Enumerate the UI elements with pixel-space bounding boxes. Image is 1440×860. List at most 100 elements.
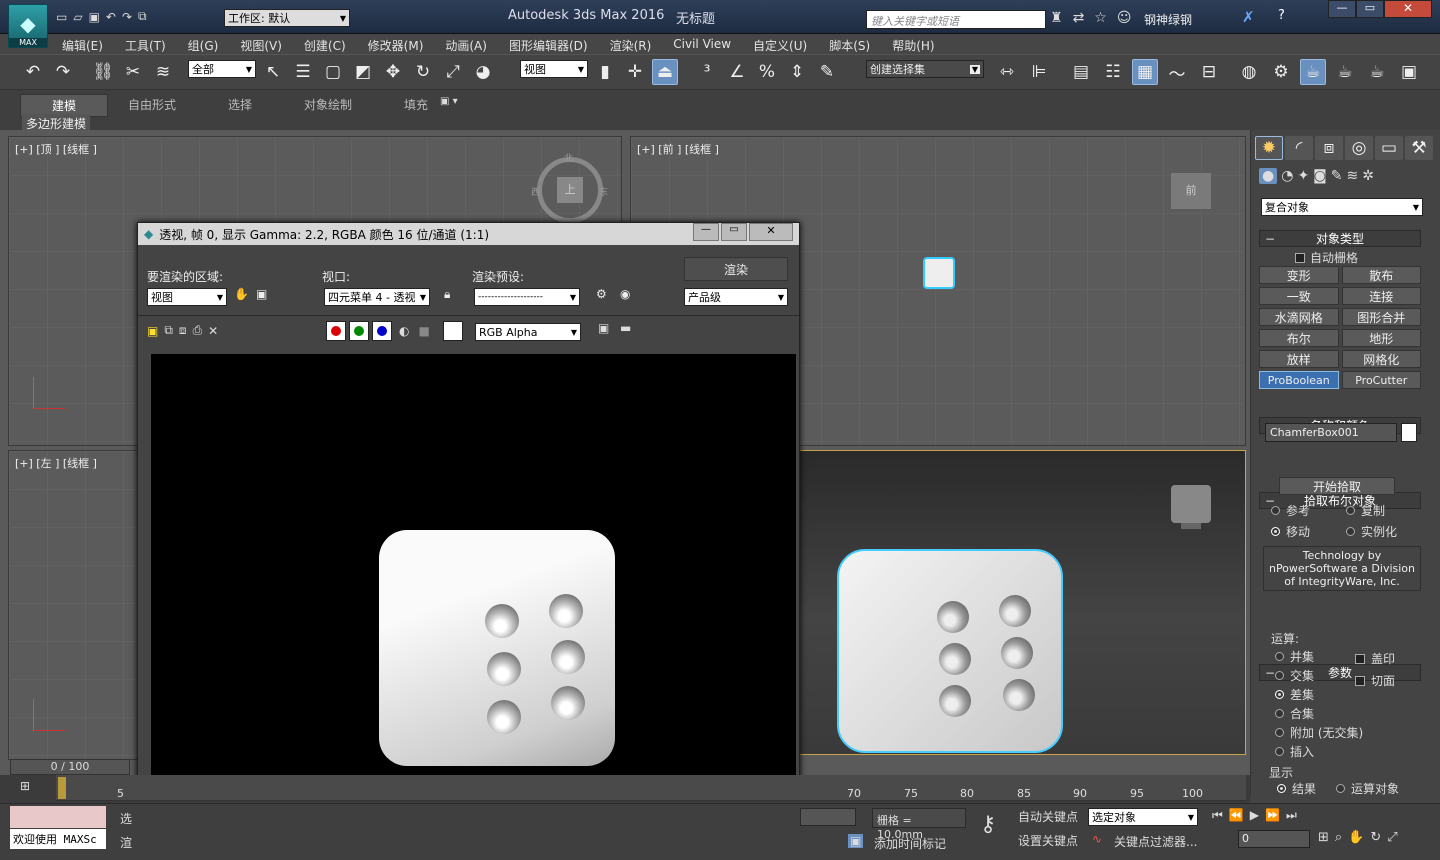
bind-space-warp-icon[interactable]: ≋ (150, 59, 176, 85)
save-image-icon[interactable]: ▣ (147, 324, 158, 338)
ribbon-tab[interactable]: 自由形式 (108, 94, 196, 117)
undo-icon[interactable]: ↶ (20, 59, 46, 85)
zoom-icon[interactable]: ⌕ (1335, 830, 1342, 845)
operation-radio[interactable]: 附加 (无交集) (1275, 724, 1363, 740)
timeline-track[interactable] (56, 775, 1246, 801)
spinner-snap-icon[interactable]: ⇕ (784, 59, 810, 85)
rect-selection-icon[interactable]: ▢ (320, 59, 346, 85)
object-type-button[interactable]: 图形合并 (1341, 308, 1421, 326)
render-production-icon[interactable]: ☕ (1332, 59, 1358, 85)
binoculars-icon[interactable]: ♜ (1050, 10, 1063, 26)
maximize-button[interactable]: ▭ (1356, 0, 1384, 18)
ribbon-options-icon[interactable]: ▣ ▾ (440, 96, 458, 107)
object-type-button[interactable]: 连接 (1341, 287, 1421, 305)
object-type-rollout[interactable]: 对象类型 (1259, 230, 1421, 247)
render-setup-icon[interactable]: ⚙ (1268, 59, 1294, 85)
angle-snap-icon[interactable]: ∠ (724, 59, 750, 85)
object-type-button[interactable]: 一致 (1259, 287, 1339, 305)
pivot-center-icon[interactable]: ▮ (592, 59, 618, 85)
select-by-name-icon[interactable]: ☰ (290, 59, 316, 85)
selected-die-front[interactable] (923, 257, 955, 289)
create-tab-icon[interactable]: ✹ (1255, 136, 1283, 160)
print-image-icon[interactable]: ⎙ (193, 323, 203, 338)
systems-icon[interactable]: ✲ (1362, 168, 1374, 184)
start-pick-button[interactable]: 开始拾取 (1279, 477, 1395, 495)
object-color-swatch[interactable] (1401, 423, 1417, 442)
display-tab-icon[interactable]: ▭ (1375, 136, 1403, 160)
operation-radio[interactable]: 交集 (1275, 667, 1363, 683)
viewcube-perspective[interactable] (1171, 485, 1211, 523)
a360-render-icon[interactable]: ▣ (1396, 59, 1422, 85)
user-name[interactable]: 钢神绿钢 (1144, 11, 1192, 28)
app-logo-button[interactable]: ◆ MAX (8, 4, 48, 48)
selection-filter-select[interactable]: 全部 ▼ (188, 60, 256, 78)
object-type-button[interactable]: ProBoolean (1259, 371, 1339, 389)
motion-tab-icon[interactable]: ◎ (1345, 136, 1373, 160)
unlink-icon[interactable]: ✂ (120, 59, 146, 85)
named-selection-select[interactable]: 创建选择集 ▼ (866, 60, 984, 78)
curve-editor-icon[interactable]: 〜 (1164, 59, 1190, 85)
save-file-icon[interactable]: ▣ (89, 10, 100, 24)
mirror-icon[interactable]: ⇿ (994, 59, 1020, 85)
utilities-tab-icon[interactable]: ⚒ (1405, 136, 1433, 160)
exchange-icon[interactable]: ⇄ (1073, 10, 1085, 26)
user-icon[interactable]: ☺ (1117, 10, 1132, 26)
new-file-icon[interactable]: ▭ (56, 10, 67, 24)
maximize-viewport-icon[interactable]: ⤢ (1387, 830, 1397, 845)
rotate-icon[interactable]: ↻ (410, 59, 436, 85)
object-type-button[interactable]: 放样 (1259, 350, 1339, 368)
operation-checkbox[interactable]: 盖印 (1355, 650, 1395, 667)
time-slider[interactable]: 0 / 100 (10, 759, 130, 775)
snaps-toggle-icon[interactable]: ³ (694, 59, 720, 85)
go-to-end-icon[interactable]: ⏭ (1286, 808, 1297, 823)
toggle-ui-overlay-icon[interactable]: ▣ (598, 321, 609, 335)
lights-icon[interactable]: ✦ (1297, 168, 1309, 184)
pick-option-radio[interactable]: 参考 (1271, 502, 1346, 519)
shapes-icon[interactable]: ◔ (1281, 168, 1293, 184)
object-type-button[interactable]: 网格化 (1341, 350, 1421, 368)
reference-coord-select[interactable]: 视图 ▼ (520, 60, 588, 78)
object-type-button[interactable]: 散布 (1341, 266, 1421, 284)
pick-option-radio[interactable]: 移动 (1271, 523, 1346, 540)
add-time-tag[interactable]: 添加时间标记 (874, 835, 946, 852)
geometry-icon[interactable]: ● (1259, 168, 1278, 184)
close-button[interactable]: ✕ (1384, 0, 1432, 18)
render-quality-select[interactable]: 产品级 ▼ (684, 288, 788, 306)
redo-icon[interactable]: ↷ (50, 59, 76, 85)
blue-channel-toggle[interactable] (372, 321, 392, 341)
operation-radio[interactable]: 并集 (1275, 648, 1363, 664)
open-file-icon[interactable]: ▱ (73, 10, 82, 24)
object-type-button[interactable]: 水滴网格 (1259, 308, 1339, 326)
link-icon[interactable]: ⛓ (90, 59, 116, 85)
viewport-top-label[interactable]: [+] [顶 ] [线框 ] (15, 141, 97, 157)
clone-window-icon[interactable]: ⧈ (179, 323, 187, 338)
pick-option-radio[interactable]: 实例化 (1346, 523, 1421, 540)
scale-icon[interactable]: ⤢ (440, 59, 466, 85)
prev-frame-icon[interactable]: ⏪ (1229, 808, 1244, 823)
modify-tab-icon[interactable]: ◜ (1285, 136, 1313, 160)
search-input[interactable]: 键入关键字或短语 (866, 10, 1046, 29)
rendered-frame-window-icon[interactable]: ☕ (1300, 59, 1326, 85)
key-filters-button[interactable]: 关键点过滤器... (1114, 833, 1197, 850)
key-mode-icon[interactable]: ⚷ (980, 812, 996, 837)
clear-image-icon[interactable]: ✕ (208, 324, 218, 338)
pan-icon[interactable]: ✋ (1348, 830, 1364, 845)
render-window-maximize[interactable]: ▭ (721, 223, 747, 241)
green-channel-toggle[interactable] (349, 321, 369, 341)
percent-snap-icon[interactable]: % (754, 59, 780, 85)
time-config-icon[interactable]: ⊞ (1318, 830, 1329, 845)
go-to-start-icon[interactable]: ⏮ (1212, 808, 1223, 823)
ribbon-tab[interactable]: 对象绘制 (284, 94, 372, 117)
object-type-button[interactable]: 变形 (1259, 266, 1339, 284)
timeline-playhead[interactable] (58, 777, 66, 799)
space-warps-icon[interactable]: ≋ (1347, 168, 1359, 184)
render-viewport-select[interactable]: 四元菜单 4 - 透视 ▼ (324, 288, 430, 306)
operation-radio[interactable]: 差集 (1275, 686, 1363, 702)
display-radio[interactable]: 运算对象 (1336, 780, 1399, 797)
ribbon-toggle-icon[interactable]: ▦ (1132, 59, 1158, 85)
layer-manager-icon[interactable]: ☷ (1100, 59, 1126, 85)
schematic-view-icon[interactable]: ⊟ (1196, 59, 1222, 85)
viewcube-front[interactable]: 前 (1171, 173, 1211, 209)
object-type-button[interactable]: ProCutter (1341, 371, 1421, 389)
key-filter-curve-icon[interactable]: ∿ (1092, 832, 1102, 846)
